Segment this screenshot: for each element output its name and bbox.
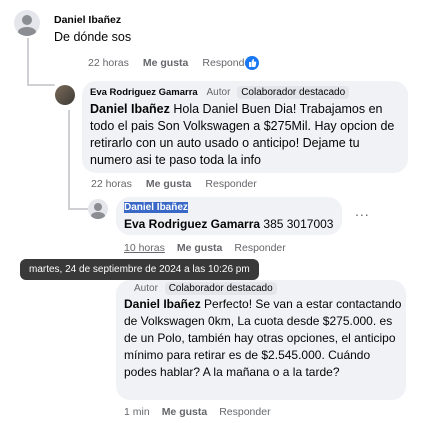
like-button[interactable]: Me gusta	[143, 57, 189, 69]
avatar-body-shape	[91, 212, 105, 219]
thread-line	[27, 84, 55, 86]
avatar-head-shape	[94, 203, 102, 211]
like-button[interactable]: Me gusta	[177, 242, 223, 254]
reply-button[interactable]: Responder	[234, 242, 285, 254]
mention-link[interactable]: Daniel Ibañez	[124, 297, 201, 311]
comment-header: Eva Rodriguez Gamarra Autor Colaborador …	[90, 86, 350, 99]
reply-button[interactable]: Responder	[219, 406, 270, 418]
comment-text: Daniel Ibañez Hola Daniel Buen Dia! Trab…	[90, 101, 402, 169]
status-badge: Colaborador destacado	[164, 282, 277, 295]
comment-actions: 1 min Me gusta Responder	[124, 406, 285, 418]
thread-line	[68, 110, 70, 210]
comment-author[interactable]: Daniel Ibañez	[124, 202, 188, 213]
like-reaction-icon[interactable]	[245, 56, 259, 70]
author-role: Autor	[206, 87, 231, 98]
comment-actions: 22 horas Me gusta Responder	[88, 57, 268, 69]
avatar[interactable]	[88, 199, 108, 219]
mention-link[interactable]: Eva Rodriguez Gamarra	[124, 217, 260, 231]
reply-button[interactable]: Responder	[205, 178, 256, 190]
author-role: Autor	[134, 283, 158, 294]
avatar[interactable]	[14, 10, 40, 36]
comment-text: Eva Rodriguez Gamarra 385 3017003	[124, 216, 333, 233]
thread-line	[68, 208, 88, 210]
avatar-head-shape	[22, 15, 32, 25]
like-button[interactable]: Me gusta	[162, 406, 208, 418]
status-badge: Colaborador destacado	[237, 86, 350, 99]
thread-line	[27, 38, 29, 86]
avatar[interactable]	[55, 85, 75, 105]
comment-author[interactable]: Eva Rodriguez Gamarra	[90, 87, 198, 98]
comment-header: Autor Colaborador destacado	[134, 282, 277, 295]
comment-actions: 10 horas Me gusta Responder	[124, 242, 300, 254]
comment-time[interactable]: 22 horas	[91, 178, 132, 190]
comment-text: Daniel Ibañez Perfecto! Se van a estar c…	[124, 296, 402, 381]
comment-time[interactable]: 1 min	[124, 406, 150, 418]
comment-body: 385 3017003	[260, 217, 334, 231]
more-options-icon[interactable]: ...	[355, 203, 370, 219]
comment-text: De dónde sos	[54, 30, 132, 44]
mention-link[interactable]: Daniel Ibañez	[90, 102, 170, 116]
avatar-body-shape	[18, 27, 36, 36]
comment-time[interactable]: 22 horas	[88, 57, 129, 69]
comment-author[interactable]: Daniel Ibañez	[54, 14, 121, 26]
comment-actions: 22 horas Me gusta Responder	[91, 178, 271, 190]
comment-time[interactable]: 10 horas	[124, 242, 165, 254]
like-button[interactable]: Me gusta	[146, 178, 192, 190]
timestamp-tooltip: martes, 24 de septiembre de 2024 a las 1…	[20, 259, 259, 280]
